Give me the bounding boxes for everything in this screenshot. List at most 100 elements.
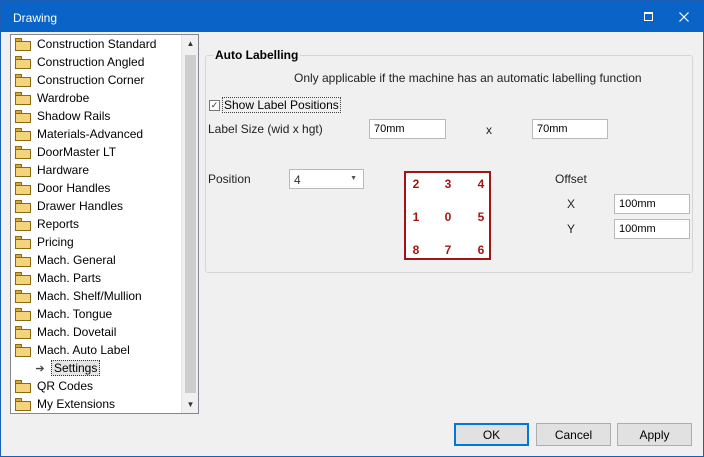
position-select[interactable]: 4 ▼ (289, 169, 364, 189)
maximize-button[interactable] (631, 1, 665, 32)
tree-item-label: Hardware (37, 163, 90, 177)
tree-item[interactable]: Mach. Auto Label (15, 341, 130, 359)
title-bar[interactable]: Drawing (1, 1, 703, 32)
settings-tree[interactable]: Construction Standard Construction Angled… (10, 34, 199, 414)
maximize-icon (643, 12, 653, 21)
label-size-label: Label Size (wid x hgt) (208, 122, 323, 136)
close-icon (679, 11, 689, 22)
offset-x-label: X (567, 197, 576, 211)
apply-button[interactable]: Apply (617, 423, 692, 446)
tree-item-label: Mach. Tongue (37, 307, 113, 321)
label-position-grid: 2 3 4 1 0 5 8 7 6 (404, 171, 491, 260)
chevron-down-icon: ▼ (350, 175, 357, 182)
folder-icon (15, 271, 31, 285)
tree-item[interactable]: Mach. Shelf/Mullion (15, 287, 142, 305)
tree-item-label: DoorMaster LT (37, 145, 117, 159)
tree-item-label: Mach. Dovetail (37, 325, 117, 339)
offset-label: Offset (555, 172, 587, 186)
tree-item-label: Mach. Parts (37, 271, 102, 285)
scroll-down-button[interactable]: ▼ (182, 396, 199, 413)
folder-icon (15, 325, 31, 339)
folder-icon (15, 217, 31, 231)
window-title: Drawing (13, 11, 58, 25)
folder-icon (15, 91, 31, 105)
position-cell: 5 (477, 210, 485, 224)
position-cell: 8 (412, 243, 420, 257)
tree-item-label: Materials-Advanced (37, 127, 144, 141)
tree-item[interactable]: Construction Angled (15, 53, 144, 71)
tree-item[interactable]: Materials-Advanced (15, 125, 143, 143)
show-label-positions-checkbox[interactable]: ✓ Show Label Positions (209, 97, 341, 113)
tree-item[interactable]: Hardware (15, 161, 89, 179)
folder-icon (15, 343, 31, 357)
position-cell: 7 (444, 243, 452, 257)
tree-item[interactable]: Shadow Rails (15, 107, 110, 125)
tree-item-label: My Extensions (37, 397, 116, 411)
folder-icon (15, 253, 31, 267)
tree-item[interactable]: Reports (15, 215, 79, 233)
position-cell: 4 (477, 177, 485, 191)
tree-item-label: Reports (37, 217, 80, 231)
position-cell: 6 (477, 243, 485, 257)
tree-item-label: Construction Standard (37, 37, 157, 51)
size-separator: x (486, 123, 492, 137)
tree-item[interactable]: Wardrobe (15, 89, 89, 107)
tree-item[interactable]: Mach. Parts (15, 269, 101, 287)
tree-item[interactable]: My Extensions (15, 395, 115, 413)
tree-item[interactable]: Mach. Tongue (15, 305, 112, 323)
folder-icon (15, 397, 31, 411)
tree-scrollbar[interactable]: ▲ ▼ (181, 35, 198, 413)
ok-button[interactable]: OK (454, 423, 529, 446)
applicability-note: Only applicable if the machine has an au… (294, 71, 642, 85)
position-label: Position (208, 172, 251, 186)
offset-y-label: Y (567, 222, 576, 236)
folder-icon (15, 199, 31, 213)
tree-item[interactable]: Pricing (15, 233, 74, 251)
position-cell: 1 (412, 210, 420, 224)
folder-icon (15, 235, 31, 249)
group-title: Auto Labelling (213, 48, 301, 62)
tree-item[interactable]: Construction Corner (15, 71, 144, 89)
label-width-input[interactable]: 70mm (369, 119, 446, 139)
folder-icon (15, 73, 31, 87)
drawing-dialog: Drawing Construction Standard Constructio… (0, 0, 704, 457)
tree-item-label: QR Codes (37, 379, 94, 393)
folder-icon (15, 127, 31, 141)
tree-item-label: Drawer Handles (37, 199, 124, 213)
offset-y-input[interactable]: 100mm (614, 219, 690, 239)
tree-item-label: Shadow Rails (37, 109, 111, 123)
tree-item[interactable]: ➔ Settings (33, 359, 101, 377)
show-label-positions-label[interactable]: Show Label Positions (222, 97, 341, 113)
tree-item[interactable]: DoorMaster LT (15, 143, 116, 161)
tree-item-label: Door Handles (37, 181, 111, 195)
arrow-right-icon: ➔ (35, 362, 45, 375)
folder-icon (15, 379, 31, 393)
folder-icon (15, 145, 31, 159)
tree-item-label: Construction Corner (37, 73, 145, 87)
offset-x-input[interactable]: 100mm (614, 194, 690, 214)
tree-item-label: Construction Angled (37, 55, 145, 69)
cancel-button[interactable]: Cancel (536, 423, 611, 446)
tree-item[interactable]: QR Codes (15, 377, 93, 395)
tree-item-label: Mach. Shelf/Mullion (37, 289, 142, 303)
scroll-thumb[interactable] (185, 55, 196, 393)
position-cell: 0 (444, 210, 452, 224)
scroll-up-button[interactable]: ▲ (182, 35, 199, 52)
scroll-down-icon: ▼ (186, 400, 195, 409)
folder-icon (15, 307, 31, 321)
tree-item[interactable]: Construction Standard (15, 35, 156, 53)
tree-item[interactable]: Door Handles (15, 179, 110, 197)
tree-item[interactable]: Mach. Dovetail (15, 323, 116, 341)
folder-icon (15, 289, 31, 303)
position-select-value: 4 (294, 173, 301, 187)
folder-icon (15, 55, 31, 69)
folder-icon (15, 181, 31, 195)
tree-item[interactable]: Mach. General (15, 251, 116, 269)
tree-item-label: Pricing (37, 235, 74, 249)
scroll-up-icon: ▲ (186, 39, 195, 48)
checkbox-checked-icon[interactable]: ✓ (209, 99, 220, 111)
folder-icon (15, 37, 31, 51)
close-button[interactable] (667, 1, 701, 32)
label-height-input[interactable]: 70mm (532, 119, 608, 139)
tree-item[interactable]: Drawer Handles (15, 197, 123, 215)
